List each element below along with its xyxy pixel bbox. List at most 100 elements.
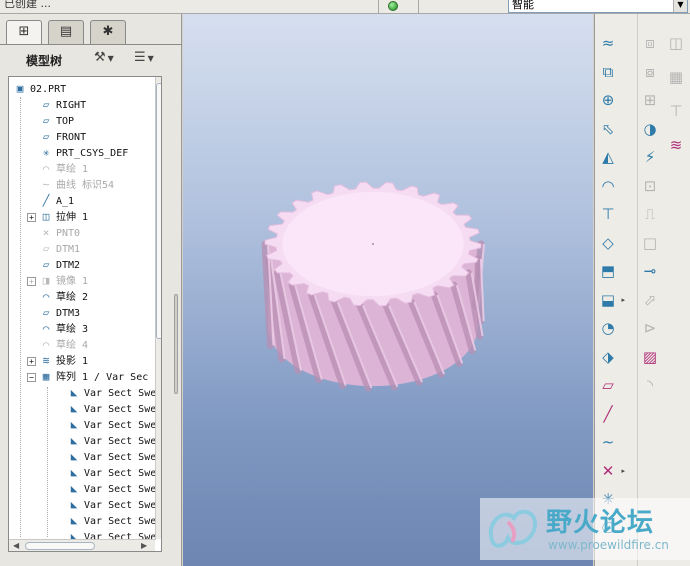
tree-item[interactable]: ▱ RIGHT: [27, 97, 86, 113]
paste-icon[interactable]: ⧇: [639, 61, 661, 83]
round-icon[interactable]: ▱: [597, 374, 619, 396]
project-icon[interactable]: ⊸: [639, 260, 661, 282]
tree-item[interactable]: ◣ Var Sect Swe: [55, 513, 157, 529]
expand-icon[interactable]: +: [27, 212, 36, 222]
tree-item[interactable]: ◣ Var Sect Swe: [55, 481, 157, 497]
expand-icon[interactable]: +: [27, 356, 36, 366]
graphics-viewport[interactable]: [183, 14, 593, 566]
scroll-left-icon[interactable]: ◀: [13, 541, 19, 550]
shell-icon[interactable]: ⬓ ▸: [597, 289, 625, 311]
point-icon[interactable]: ✕ ▸: [597, 460, 625, 482]
tree-item[interactable]: ⌒ 草绘 2: [27, 289, 88, 305]
tree-item-label: 投影 1: [56, 356, 89, 367]
tree-show-button[interactable]: ☰ ▼: [134, 50, 154, 70]
tree-item[interactable]: ▱ DTM1: [27, 241, 80, 257]
divider: [637, 14, 638, 566]
tree-item[interactable]: ▱ TOP: [27, 113, 74, 129]
thicken-icon[interactable]: ⬀: [639, 289, 661, 311]
tree-item[interactable]: ⌒ 草绘 1: [27, 161, 88, 177]
blend-icon[interactable]: ◇: [597, 232, 619, 254]
revolve-icon[interactable]: ◠: [597, 175, 619, 197]
tree-item[interactable]: ◣ Var Sect Swe: [55, 449, 157, 465]
tree-item[interactable]: ▣ 02.PRT: [13, 81, 66, 97]
scroll-thumb[interactable]: [156, 83, 161, 339]
collapse-icon[interactable]: −: [27, 372, 36, 382]
tree-item[interactable]: ◣ Var Sect Swe: [55, 401, 157, 417]
tree-item[interactable]: ◣ Var Sect Swe: [55, 385, 157, 401]
tree-item[interactable]: ◣ Var Sect Swe: [55, 417, 157, 433]
hole-icon[interactable]: ⬒: [597, 260, 619, 282]
feature-icon: ◣: [70, 386, 78, 399]
selection-filter-select[interactable]: 智能 ▼: [508, 0, 688, 13]
tree-item[interactable]: ▱ DTM3: [27, 305, 80, 321]
tree-item[interactable]: × PNT0: [27, 225, 80, 241]
datum-axis-icon[interactable]: ⊕: [597, 89, 619, 111]
datum-point-icon[interactable]: ⬁: [597, 118, 619, 140]
tree-item-label: Var Sect Swe: [84, 404, 157, 415]
trim-icon[interactable]: ⊡: [639, 175, 661, 197]
tree-item[interactable]: ◣ Var Sect Swe: [55, 497, 157, 513]
horizontal-scrollbar[interactable]: ◀ ▶: [9, 539, 155, 551]
feature-icon: ◫: [42, 210, 50, 223]
tree-item[interactable]: ▱ DTM2: [27, 257, 80, 273]
tree-item-label: Var Sect Swe: [84, 420, 157, 431]
merge-icon[interactable]: ⚡: [639, 146, 661, 168]
extend-icon[interactable]: ⎍: [639, 203, 661, 225]
draft-icon[interactable]: ⬗: [597, 346, 619, 368]
copy-icon[interactable]: ⧈: [639, 32, 661, 54]
datum-plane-icon[interactable]: ⧉: [597, 61, 619, 83]
mirror-icon[interactable]: ◑: [639, 118, 661, 140]
offset-icon[interactable]: □: [639, 232, 661, 254]
tree-item[interactable]: ◣ Var Sect Swe: [55, 465, 157, 481]
tree-item[interactable]: ⌒ 草绘 3: [27, 321, 88, 337]
scroll-thumb[interactable]: [25, 542, 95, 550]
panel-resize-handle[interactable]: [174, 294, 178, 394]
favorites-tab[interactable]: ✱: [90, 20, 126, 44]
feature-icon: ▱: [42, 98, 50, 111]
divider: [0, 44, 182, 45]
tree-item-label: Var Sect Swe: [84, 436, 157, 447]
solidify-icon[interactable]: ⊳: [639, 317, 661, 339]
curve-icon[interactable]: ∼: [597, 431, 619, 453]
gear-model[interactable]: [183, 14, 593, 566]
folder-browser-tab[interactable]: ▤: [48, 20, 84, 44]
tree-item[interactable]: + ◨ 镜像 1: [27, 273, 88, 289]
feature-icon: ▱: [42, 258, 50, 271]
tree-item-label: 镜像 1: [56, 276, 89, 287]
tree-settings-button[interactable]: ⚒ ▼: [94, 50, 114, 70]
tree-item[interactable]: ∼ 曲线 标识54: [27, 177, 114, 193]
tree-item[interactable]: − ▦ 阵列 1 / Var Sec: [27, 369, 148, 385]
feature-icon: ⌒: [42, 322, 50, 335]
tree-item[interactable]: ╱ A_1: [27, 193, 74, 209]
wrap-icon[interactable]: ▨: [639, 346, 661, 368]
feature-icon: ◣: [70, 482, 78, 495]
style-icon[interactable]: ≋: [665, 134, 687, 156]
tree-item[interactable]: ✳ PRT_CSYS_DEF: [27, 145, 129, 161]
vertical-scrollbar[interactable]: [155, 77, 161, 539]
feature-icon: ∼: [42, 178, 50, 191]
flyout-arrow-icon: ▸: [621, 466, 625, 475]
tree-item[interactable]: ⌒ 草绘 4: [27, 337, 88, 353]
chamfer-icon[interactable]: ╱: [597, 403, 619, 425]
model-tree[interactable]: ▣ 02.PRT ▱ RIGHT ▱ TOP ▱ FRONT ✳ PRT_CSYS_DEF ⌒ 草绘 …: [8, 76, 162, 552]
table-icon[interactable]: ▦: [665, 66, 687, 88]
tree-item[interactable]: ◣ Var Sect Swe: [55, 433, 157, 449]
rib-icon[interactable]: ◔: [597, 317, 619, 339]
tree-item-label: 02.PRT: [30, 84, 67, 95]
chevron-down-icon: ▼: [147, 54, 154, 63]
mirror-geom-icon[interactable]: ◫: [665, 32, 687, 54]
expand-icon[interactable]: +: [27, 276, 36, 286]
tree-item[interactable]: + ◫ 拉伸 1: [27, 209, 88, 225]
pattern-icon[interactable]: ⊞: [639, 89, 661, 111]
scroll-right-icon[interactable]: ▶: [141, 541, 147, 550]
intersect-icon[interactable]: ◝: [639, 374, 661, 396]
surface-icon[interactable]: ⊤: [665, 100, 687, 122]
feature-icon: ▱: [42, 306, 50, 319]
sweep-icon[interactable]: ⊤: [597, 203, 619, 225]
tree-item[interactable]: + ≋ 投影 1: [27, 353, 88, 369]
model-tree-tab[interactable]: ⊞: [6, 20, 42, 45]
tree-item[interactable]: ▱ FRONT: [27, 129, 86, 145]
extrude-icon[interactable]: ◭: [597, 146, 619, 168]
sketch-tool-icon[interactable]: ≈: [597, 32, 619, 54]
chevron-down-icon[interactable]: ▼: [673, 0, 687, 12]
